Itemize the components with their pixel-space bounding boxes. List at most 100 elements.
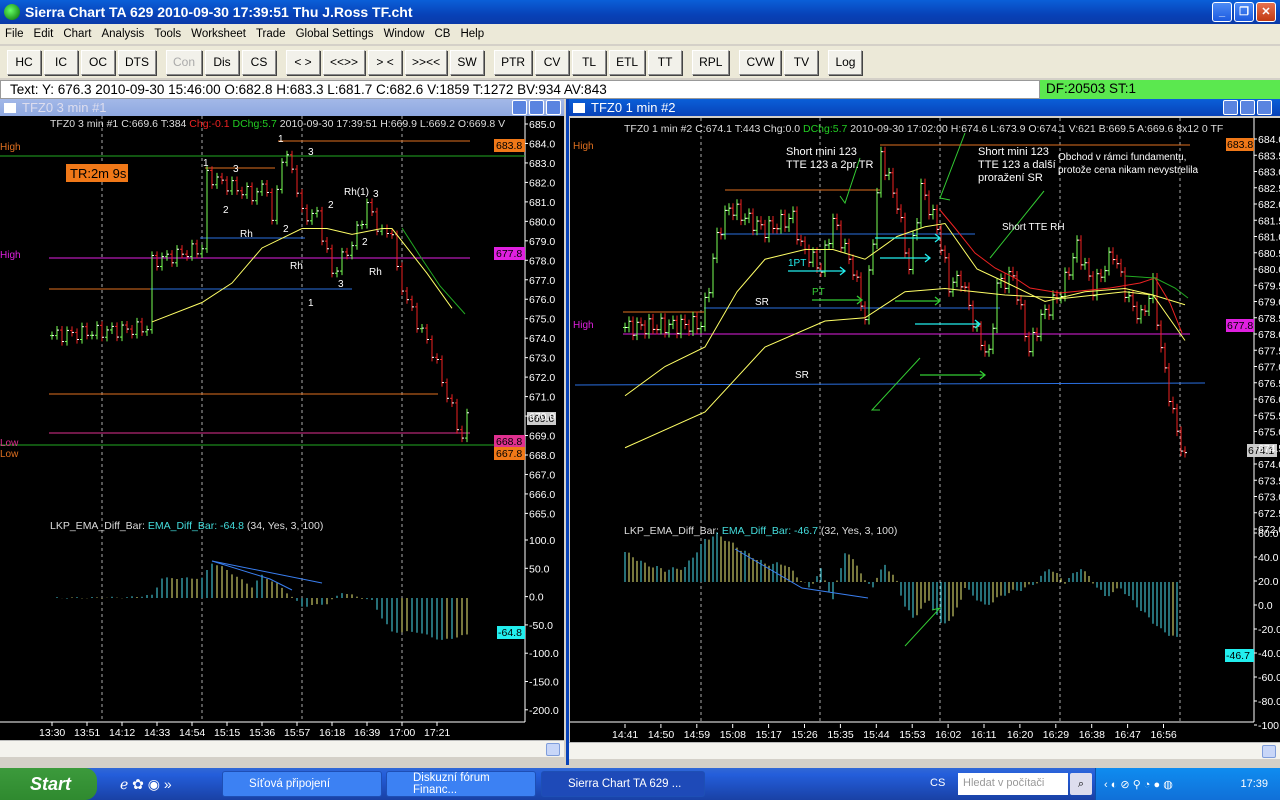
toolbar-button-Log[interactable]: Log (828, 49, 863, 75)
chart-2-plot[interactable]: TFZ0 1 min #2 C:674.1 T:443 Chg:0.0 DChg… (570, 118, 1280, 742)
annotation-short-mini-123-b: Short mini 123 (978, 146, 1049, 158)
price-axis-tick: 683.0 (529, 158, 555, 170)
menu-worksheet[interactable]: Worksheet (186, 28, 251, 40)
toolbar-button-CV[interactable]: CV (535, 49, 570, 75)
chart-1-plot[interactable]: TFZ0 3 min #1 C:669.6 T:384 Chg:-0.1 DCh… (0, 116, 564, 740)
time-axis-tick: 16:02 (935, 729, 961, 741)
task-forum-browser[interactable]: Diskuzní fórum Financ... (386, 771, 536, 797)
chart-1-scrollbar[interactable] (0, 740, 564, 757)
time-axis-tick: 14:59 (684, 729, 710, 741)
menu-cb[interactable]: CB (429, 28, 455, 40)
chart-window-2-titlebar[interactable]: TFZ0 1 min #2 (569, 99, 1280, 116)
annotation-short-tte-rh: Short TTE RH (1002, 222, 1065, 233)
toolbar-button-OC[interactable]: OC (81, 49, 115, 75)
menu-chart[interactable]: Chart (58, 28, 96, 40)
time-axis-tick: 15:35 (827, 729, 853, 741)
wave-label: 2 (283, 224, 289, 235)
task-sierra-chart[interactable]: Sierra Chart TA 629 ... (541, 771, 705, 797)
oscillator-2-header: LKP_EMA_Diff_Bar: EMA_Diff_Bar: -46.7 (3… (624, 525, 897, 537)
close-button[interactable]: ✕ (1256, 2, 1276, 22)
menu-window[interactable]: Window (379, 28, 430, 40)
annotation-tte-123-a: TTE 123 a 2pr.TR (786, 159, 873, 171)
oscillator-axis-tick: -150.0 (529, 677, 559, 689)
toolbar-button-rrll[interactable]: >><< (405, 49, 448, 75)
chart-window-1-titlebar[interactable]: TFZ0 3 min #1 (0, 99, 564, 116)
price-axis-tick: 676.5 (1258, 378, 1280, 390)
system-tray: ‹ ◐ ⊘ ⚲ ◔ ● ◍ 17:39 (1095, 768, 1280, 800)
time-axis-tick: 13:51 (74, 727, 100, 739)
app-title: Sierra Chart TA 629 2010-09-30 17:39:51 … (25, 4, 413, 20)
oscillator-axis-tick: -40.0 (1258, 648, 1280, 660)
menu-file[interactable]: File (0, 28, 29, 40)
window-minimize-button[interactable] (1223, 100, 1238, 115)
menu-help[interactable]: Help (455, 28, 489, 40)
taskbar: Start ℯ ✿ ◉ » Síťová připojení Diskuzní … (0, 768, 1280, 800)
minimize-button[interactable]: _ (1212, 2, 1232, 22)
oscillator-axis-tick: -100.0 (529, 648, 559, 660)
toolbar-button-PTR[interactable]: PTR (494, 49, 533, 75)
task-label: Diskuzní fórum Financ... (413, 772, 490, 796)
toolbar-button-rl[interactable]: > < (368, 49, 403, 75)
wave-label: 3 (338, 279, 344, 290)
time-axis-tick: 16:18 (319, 727, 345, 739)
toolbar-button-TT[interactable]: TT (648, 49, 683, 75)
toolbar-button-SW[interactable]: SW (450, 49, 485, 75)
label-high-magenta: High (0, 250, 21, 261)
menu-tools[interactable]: Tools (149, 28, 186, 40)
window-maximize-button[interactable] (1240, 100, 1255, 115)
price-axis-tick: 680.5 (1258, 248, 1280, 260)
price-axis-tick: 679.0 (1258, 297, 1280, 309)
label-sr-1: SR (755, 297, 769, 308)
window-close-button[interactable] (546, 100, 561, 115)
price-tag-683-8: 683.8 (496, 140, 522, 152)
window-close-button[interactable] (1257, 100, 1272, 115)
time-axis-tick: 14:12 (109, 727, 135, 739)
menu-edit[interactable]: Edit (29, 28, 59, 40)
toolbar-button-Dis[interactable]: Dis (205, 49, 240, 75)
toolbar-button-TV[interactable]: TV (784, 49, 819, 75)
maximize-button[interactable]: ❐ (1234, 2, 1254, 22)
scrollbar-thumb[interactable] (546, 743, 560, 756)
tray-icons[interactable]: ‹ ◐ ⊘ ⚲ ◔ ● ◍ (1096, 778, 1173, 791)
oscillator-axis-tick: 40.0 (1258, 552, 1279, 564)
menu-trade[interactable]: Trade (251, 28, 291, 40)
toolbar-button-ETL[interactable]: ETL (609, 49, 646, 75)
toolbar-button-IC[interactable]: IC (44, 49, 78, 75)
language-indicator[interactable]: CS (930, 777, 945, 789)
toolbar-button-llrr[interactable]: <<>> (323, 49, 366, 75)
window-minimize-button[interactable] (512, 100, 527, 115)
window-maximize-button[interactable] (529, 100, 544, 115)
oscillator-axis-tick: -50.0 (529, 620, 553, 632)
oscillator-axis-tick: 100.0 (529, 535, 555, 547)
toolbar-button-lr[interactable]: < > (286, 49, 321, 75)
start-button[interactable]: Start (0, 768, 97, 800)
toolbar-button-CVW[interactable]: CVW (739, 49, 782, 75)
menu-analysis[interactable]: Analysis (96, 28, 149, 40)
search-input[interactable]: Hledat v počítači (958, 773, 1068, 795)
clock: 17:39 (1240, 778, 1268, 790)
wave-label: 3 (308, 147, 314, 158)
start-label: Start (30, 773, 72, 794)
toolbar-button-HC[interactable]: HC (7, 49, 41, 75)
wave-label: Rh(1) (344, 187, 369, 198)
label-pt: PT (812, 287, 825, 298)
toolbar-button-CS[interactable]: CS (242, 49, 277, 75)
time-axis-tick: 16:56 (1151, 729, 1177, 741)
annotation-tte-123-b: TTE 123 a další (978, 159, 1056, 171)
task-label: Sierra Chart TA 629 ... (568, 778, 682, 790)
chart-2-scrollbar[interactable] (569, 742, 1280, 759)
toolbar-button-DTS[interactable]: DTS (118, 49, 156, 75)
wave-label: 2 (328, 200, 334, 211)
time-axis-tick: 14:50 (648, 729, 674, 741)
quick-launch-icons[interactable]: ℯ ✿ ◉ » (120, 776, 172, 793)
menu-global-settings[interactable]: Global Settings (291, 28, 379, 40)
price-axis-tick: 680.0 (1258, 264, 1280, 276)
scrollbar-thumb[interactable] (1262, 745, 1276, 758)
toolbar-button-RPL[interactable]: RPL (692, 49, 730, 75)
app-title-bar: Sierra Chart TA 629 2010-09-30 17:39:51 … (0, 0, 1280, 24)
toolbar-button-Con[interactable]: Con (166, 49, 203, 75)
toolbar-button-TL[interactable]: TL (572, 49, 607, 75)
price-axis-tick: 674.0 (529, 333, 555, 345)
search-icon[interactable]: ⌕ (1070, 773, 1092, 795)
task-network-connections[interactable]: Síťová připojení (222, 771, 382, 797)
